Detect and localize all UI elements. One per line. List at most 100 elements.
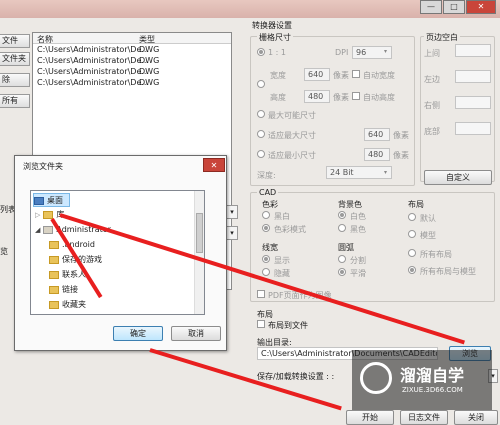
ratio-radio[interactable] [257, 48, 265, 56]
fit-max-input[interactable]: 640 [364, 128, 390, 141]
dialog-close-button[interactable]: ✕ [203, 158, 225, 172]
color-mode-radio[interactable] [262, 224, 270, 232]
fit-min-radio[interactable] [257, 150, 265, 158]
table-row[interactable]: C:\Users\Administrator\De... DWG [33, 44, 231, 55]
arc-smooth-label: 平滑 [350, 269, 366, 278]
custom-button[interactable]: 自定义 [424, 170, 492, 185]
arc-smooth-radio[interactable] [338, 268, 346, 276]
add-folder-button[interactable]: 文件夹 [0, 52, 30, 66]
tree-scrollbar[interactable] [194, 191, 204, 314]
file-type: DWG [139, 78, 160, 87]
layout-all-model-label: 所有布局与模型 [420, 267, 476, 276]
cancel-button[interactable]: 取消 [171, 326, 221, 341]
folder-icon [49, 240, 59, 249]
auto-width-checkbox[interactable] [352, 70, 360, 78]
size-radio[interactable] [257, 80, 265, 88]
depth-select[interactable]: 24 Bit [326, 166, 392, 179]
browse-folder-dialog: 浏览文件夹 ✕ 桌面 ▷库 ◢Administrator .android 保存… [14, 155, 227, 351]
height-input[interactable]: 480 [304, 90, 330, 103]
file-path: C:\Users\Administrator\De... [37, 78, 150, 87]
tree-item-favorites[interactable]: 收藏夹 [49, 298, 86, 312]
arc-split-label: 分割 [350, 256, 366, 265]
color-mode-label: 色彩模式 [274, 225, 306, 234]
start-button[interactable]: 开始 [346, 410, 394, 425]
file-path: C:\Users\Administrator\De... [37, 56, 150, 65]
tree-item-contacts[interactable]: 联系人 [49, 268, 86, 282]
file-path: C:\Users\Administrator\De... [37, 67, 150, 76]
scrollbar-thumb[interactable] [196, 213, 203, 253]
watermark-logo-icon [360, 362, 392, 394]
auto-height-label: 自动高度 [363, 93, 395, 102]
lw-show-label: 显示 [274, 256, 290, 265]
height-label: 高度 [270, 93, 286, 102]
ok-button[interactable]: 确定 [113, 326, 163, 341]
image-size-title: 栅格尺寸 [257, 32, 293, 43]
fit-min-label: 适应最小尺寸 [268, 151, 316, 160]
folder-icon [49, 285, 59, 294]
tree-item-links[interactable]: 链接 [49, 283, 78, 297]
watermark-url: ZIXUE.3D66.COM [402, 386, 463, 394]
bg-black-radio[interactable] [338, 224, 346, 232]
arc-title: 圆弧 [338, 243, 354, 252]
color-bw-radio[interactable] [262, 211, 270, 219]
pdf-image-checkbox[interactable] [257, 290, 265, 298]
view-dropdown-arrow[interactable]: ▾ [226, 226, 238, 240]
color-bw-label: 黑白 [274, 212, 290, 221]
converter-settings-title: 转换器设置 [252, 21, 292, 30]
lw-hide-radio[interactable] [262, 268, 270, 276]
watermark-name: 溜溜自学 [400, 366, 465, 385]
remove-all-button[interactable]: 所有 [0, 94, 30, 108]
layout-all-radio[interactable] [408, 249, 416, 257]
fit-max-radio[interactable] [257, 130, 265, 138]
bg-title: 背景色 [338, 200, 362, 209]
remove-button[interactable]: 除 [0, 73, 30, 87]
folder-icon [49, 270, 59, 279]
folder-icon [49, 255, 59, 264]
file-type: DWG [139, 56, 160, 65]
view-label: 览 [0, 247, 8, 256]
tree-item-desktop[interactable]: 桌面 [33, 193, 70, 207]
lw-show-radio[interactable] [262, 255, 270, 263]
margin-bottom-input[interactable] [455, 122, 491, 135]
log-file-button[interactable]: 日志文件 [400, 410, 448, 425]
dialog-title: 浏览文件夹 [23, 162, 63, 171]
dpi-label: DPI [335, 48, 349, 57]
save-load-label: 保存/加载转换设置 : : [257, 372, 335, 381]
layout-to-file-checkbox[interactable] [257, 320, 265, 328]
cad-title: CAD [257, 188, 279, 197]
margin-top-label: 上间 [424, 49, 440, 58]
fit-min-input[interactable]: 480 [364, 148, 390, 161]
dpi-dropdown-icon[interactable]: ▾ [384, 48, 387, 55]
bg-white-radio[interactable] [338, 211, 346, 219]
table-row[interactable]: C:\Users\Administrator\De... DWG [33, 55, 231, 66]
margin-right-input[interactable] [455, 96, 491, 109]
width-input[interactable]: 640 [304, 68, 330, 81]
maximize-button[interactable]: □ [443, 0, 465, 14]
lineweight-title: 线宽 [262, 243, 278, 252]
layout-all-model-radio[interactable] [408, 266, 416, 274]
margins-title: 页边空白 [424, 32, 460, 43]
layout-model-radio[interactable] [408, 230, 416, 238]
add-file-button[interactable]: 文件 [0, 34, 30, 48]
window-controls: — □ ✕ [419, 0, 496, 16]
ratio-label: 1 : 1 [268, 48, 286, 57]
lw-hide-label: 隐藏 [274, 269, 290, 278]
folder-icon [49, 300, 59, 309]
close-button[interactable]: 关闭 [454, 410, 498, 425]
desktop-icon [34, 196, 44, 205]
auto-width-label: 自动宽度 [363, 71, 395, 80]
layout-default-radio[interactable] [408, 213, 416, 221]
margin-top-input[interactable] [455, 44, 491, 57]
close-window-button[interactable]: ✕ [466, 0, 496, 14]
max-size-radio[interactable] [257, 110, 265, 118]
file-type: DWG [139, 45, 160, 54]
max-size-label: 最大可能尺寸 [268, 111, 316, 120]
table-row[interactable]: C:\Users\Administrator\De... DWG [33, 66, 231, 77]
margin-left-input[interactable] [455, 70, 491, 83]
auto-height-checkbox[interactable] [352, 92, 360, 100]
depth-dropdown-icon[interactable]: ▾ [384, 169, 387, 176]
table-row[interactable]: C:\Users\Administrator\De... DWG [33, 77, 231, 88]
arc-split-radio[interactable] [338, 255, 346, 263]
list-dropdown-arrow[interactable]: ▾ [226, 205, 238, 219]
minimize-button[interactable]: — [420, 0, 442, 14]
